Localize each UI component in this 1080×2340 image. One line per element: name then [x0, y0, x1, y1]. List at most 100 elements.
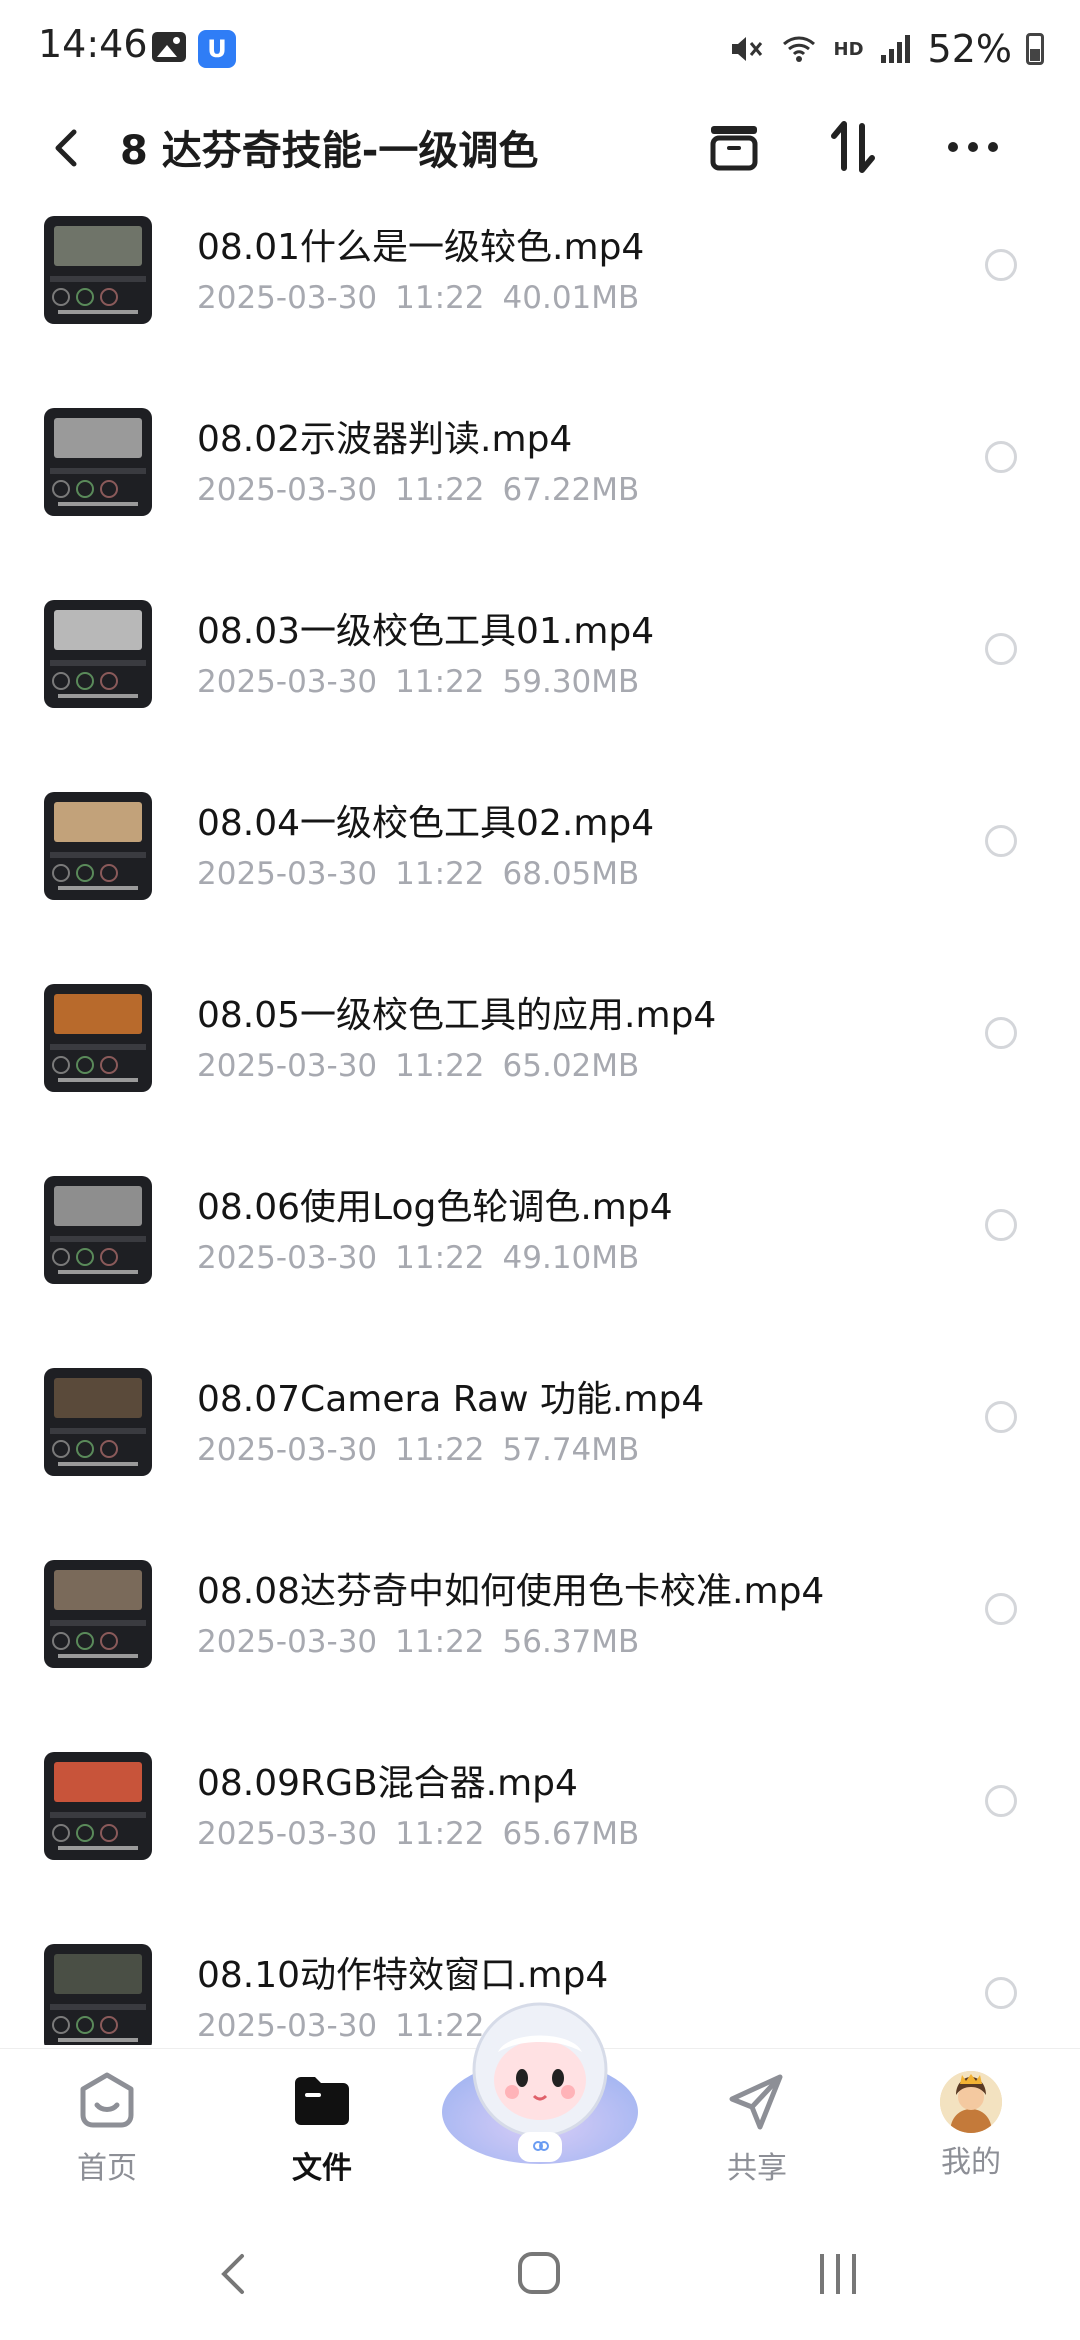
select-radio[interactable]	[985, 249, 1017, 281]
video-thumbnail	[44, 216, 152, 324]
select-radio[interactable]	[985, 1593, 1017, 1625]
tab-share-label: 共享	[727, 2151, 787, 2186]
select-radio[interactable]	[985, 1401, 1017, 1433]
file-size: 67.22MB	[502, 472, 640, 508]
file-name: 08.07Camera Raw 功能.mp4	[197, 1379, 705, 1420]
file-meta: 2025-03-30 11:22 65.02MB	[197, 1048, 639, 1084]
tab-home-label: 首页	[77, 2151, 137, 2186]
page-title: 8 达芬奇技能-一级调色	[120, 128, 539, 174]
more-icon	[948, 142, 998, 152]
file-size: 59.30MB	[502, 664, 640, 700]
file-size: 49.10MB	[502, 1240, 640, 1276]
file-date: 2025-03-30	[197, 1624, 378, 1660]
video-thumbnail	[44, 1752, 152, 1860]
list-item[interactable]: 08.07Camera Raw 功能.mp4 2025-03-30 11:22 57.…	[0, 1352, 1080, 1542]
file-name: 08.09RGB混合器.mp4	[197, 1763, 578, 1804]
file-date: 2025-03-30	[197, 2008, 378, 2044]
select-radio[interactable]	[985, 1017, 1017, 1049]
more-button[interactable]	[940, 114, 1006, 180]
list-item[interactable]: 08.01什么是一级较色.mp4 2025-03-30 11:22 40.01MB	[0, 200, 1080, 390]
file-date: 2025-03-30	[197, 1432, 378, 1468]
tab-home[interactable]: 首页	[42, 2069, 172, 2187]
system-recents-icon[interactable]	[808, 2246, 868, 2302]
file-date: 2025-03-30	[197, 856, 378, 892]
video-thumbnail	[44, 1944, 152, 2045]
file-date: 2025-03-30	[197, 1240, 378, 1276]
select-radio[interactable]	[985, 633, 1017, 665]
video-thumbnail	[44, 792, 152, 900]
tab-profile[interactable]: 我的	[906, 2069, 1036, 2181]
file-name: 08.03一级校色工具01.mp4	[197, 611, 655, 652]
tab-files[interactable]: 文件	[257, 2069, 387, 2187]
list-item[interactable]: 08.06使用Log色轮调色.mp4 2025-03-30 11:22 49.10MB	[0, 1160, 1080, 1350]
file-name: 08.01什么是一级较色.mp4	[197, 227, 645, 268]
file-name: 08.02示波器判读.mp4	[197, 419, 573, 460]
file-size: 56.37MB	[502, 1624, 640, 1660]
avatar	[940, 2071, 1002, 2133]
file-time: 11:22	[395, 664, 485, 700]
home-icon	[80, 2072, 134, 2128]
file-time: 11:22	[395, 472, 485, 508]
file-date: 2025-03-30	[197, 664, 378, 700]
select-radio[interactable]	[985, 825, 1017, 857]
back-arrow-icon[interactable]	[40, 120, 96, 176]
list-item[interactable]: 08.03一级校色工具01.mp4 2025-03-30 11:22 59.30MB	[0, 584, 1080, 774]
file-name: 08.06使用Log色轮调色.mp4	[197, 1187, 673, 1228]
select-radio[interactable]	[985, 1785, 1017, 1817]
share-send-icon	[729, 2074, 783, 2130]
video-thumbnail	[44, 1368, 152, 1476]
file-meta: 2025-03-30 11:22 68.05MB	[197, 856, 639, 892]
sort-icon	[831, 121, 875, 173]
file-date: 2025-03-30	[197, 280, 378, 316]
battery-icon	[1026, 33, 1044, 65]
system-back-icon[interactable]	[204, 2246, 264, 2302]
wifi-icon	[782, 36, 815, 62]
select-radio[interactable]	[985, 1209, 1017, 1241]
archive-button[interactable]	[701, 114, 767, 180]
file-time: 11:22	[395, 856, 485, 892]
file-time: 11:22	[395, 1624, 485, 1660]
file-size: 68.05MB	[502, 856, 640, 892]
battery-percent: 52%	[927, 27, 1012, 71]
file-name: 08.04一级校色工具02.mp4	[197, 803, 655, 844]
tab-files-label: 文件	[292, 2151, 352, 2186]
list-item[interactable]: 08.02示波器判读.mp4 2025-03-30 11:22 67.22MB	[0, 392, 1080, 582]
file-time: 11:22	[395, 1432, 485, 1468]
file-meta: 2025-03-30 11:22 49.10MB	[197, 1240, 639, 1276]
select-radio[interactable]	[985, 441, 1017, 473]
file-time: 11:22	[395, 1048, 485, 1084]
list-item[interactable]: 08.09RGB混合器.mp4 2025-03-30 11:22 65.67MB	[0, 1736, 1080, 1926]
file-name: 08.10动作特效窗口.mp4	[197, 1955, 609, 1996]
file-meta: 2025-03-30 11:22 65.67MB	[197, 1816, 639, 1852]
file-size: 57.74MB	[502, 1432, 640, 1468]
mascot-assistant-button[interactable]	[438, 1992, 642, 2172]
archive-box-icon	[710, 126, 758, 171]
file-time: 11:22	[395, 1816, 485, 1852]
status-right-group: HD 52%	[728, 24, 1044, 74]
status-time: 14:46	[38, 22, 148, 66]
list-item[interactable]: 08.04一级校色工具02.mp4 2025-03-30 11:22 68.05MB	[0, 776, 1080, 966]
file-meta: 2025-03-30 11:22 40.01MB	[197, 280, 639, 316]
file-date: 2025-03-30	[197, 1048, 378, 1084]
file-name: 08.05一级校色工具的应用.mp4	[197, 995, 717, 1036]
video-thumbnail	[44, 984, 152, 1092]
folder-icon	[295, 2077, 349, 2125]
file-list[interactable]: 08.01什么是一级较色.mp4 2025-03-30 11:22 40.01MB 08…	[0, 200, 1080, 2045]
file-meta: 2025-03-30 11:22 59.30MB	[197, 664, 639, 700]
file-meta: 2025-03-30 11:22 56.37MB	[197, 1624, 639, 1660]
tab-share[interactable]: 共享	[692, 2069, 822, 2187]
tab-profile-label: 我的	[941, 2145, 1001, 2180]
system-home-icon[interactable]	[508, 2246, 568, 2302]
video-thumbnail	[44, 408, 152, 516]
list-item[interactable]: 08.05一级校色工具的应用.mp4 2025-03-30 11:22 65.02MB	[0, 968, 1080, 1158]
file-time: 11:22	[395, 1240, 485, 1276]
select-radio[interactable]	[985, 1977, 1017, 2009]
header: 8 达芬奇技能-一级调色	[0, 100, 1080, 196]
file-date: 2025-03-30	[197, 472, 378, 508]
video-thumbnail	[44, 1176, 152, 1284]
shield-app-icon: U	[198, 30, 236, 68]
status-bar: 14:46 U HD 52%	[0, 0, 1080, 100]
list-item[interactable]: 08.08达芬奇中如何使用色卡校准.mp4 2025-03-30 11:22 56.3…	[0, 1544, 1080, 1734]
mute-icon	[731, 37, 762, 61]
sort-button[interactable]	[820, 114, 886, 180]
